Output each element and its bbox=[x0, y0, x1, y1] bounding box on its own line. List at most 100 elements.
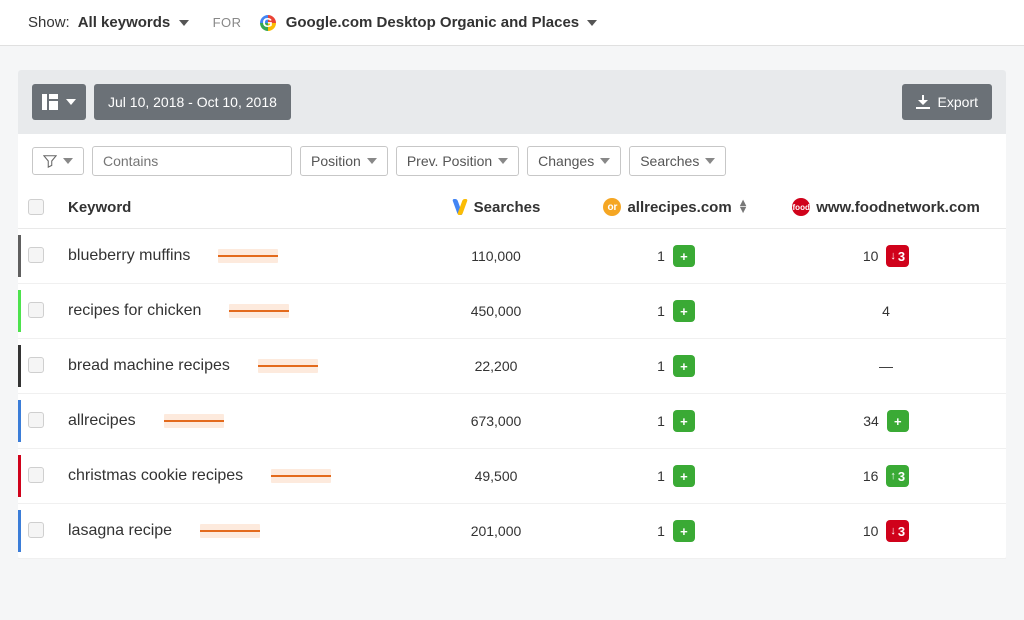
table-row[interactable]: blueberry muffins110,0001 +10 ↓3 bbox=[18, 229, 1006, 284]
site1-position: 1 bbox=[657, 413, 665, 429]
layout-icon bbox=[42, 94, 58, 110]
keyword-cell: recipes for chicken bbox=[68, 302, 416, 320]
rank-down-badge: ↓3 bbox=[886, 245, 909, 267]
keyword-text: blueberry muffins bbox=[68, 247, 190, 265]
row-checkbox[interactable] bbox=[28, 522, 68, 541]
site1-position: 1 bbox=[657, 248, 665, 264]
export-button[interactable]: Export bbox=[902, 84, 992, 120]
row-stripe bbox=[18, 400, 21, 442]
site2-position: — bbox=[879, 358, 893, 374]
table-row[interactable]: bread machine recipes22,2001 +— bbox=[18, 339, 1006, 394]
sparkline bbox=[200, 524, 260, 538]
searches-cell: 673,000 bbox=[416, 413, 576, 429]
sparkline bbox=[218, 249, 278, 263]
keyword-header[interactable]: Keyword bbox=[68, 199, 416, 216]
new-badge: + bbox=[673, 465, 695, 487]
funnel-icon bbox=[43, 154, 57, 168]
layout-button[interactable] bbox=[32, 84, 86, 120]
keyword-cell: lasagna recipe bbox=[68, 522, 416, 540]
row-checkbox[interactable] bbox=[28, 467, 68, 486]
new-badge: + bbox=[673, 245, 695, 267]
searches-cell: 110,000 bbox=[416, 248, 576, 264]
site2-cell: — bbox=[776, 358, 996, 374]
site1-position: 1 bbox=[657, 303, 665, 319]
table-row[interactable]: lasagna recipe201,0001 +10 ↓3 bbox=[18, 504, 1006, 559]
caret-down-icon bbox=[179, 20, 189, 26]
show-label: Show: bbox=[28, 14, 70, 31]
table-row[interactable]: christmas cookie recipes49,5001 +16 ↑3 bbox=[18, 449, 1006, 504]
prev-position-filter[interactable]: Prev. Position bbox=[396, 146, 519, 176]
searches-header[interactable]: Searches bbox=[416, 199, 576, 216]
row-stripe bbox=[18, 290, 21, 332]
foodnetwork-icon: food bbox=[792, 198, 810, 216]
toolbar: Jul 10, 2018 - Oct 10, 2018 Export bbox=[18, 70, 1006, 134]
sort-icon: ▲▼ bbox=[738, 200, 749, 214]
sparkline bbox=[164, 414, 224, 428]
results-panel: Jul 10, 2018 - Oct 10, 2018 Export Posit… bbox=[18, 70, 1006, 559]
site1-cell: 1 + bbox=[576, 355, 776, 377]
table-row[interactable]: allrecipes673,0001 +34 + bbox=[18, 394, 1006, 449]
searches-cell: 49,500 bbox=[416, 468, 576, 484]
site2-cell: 10 ↓3 bbox=[776, 520, 996, 542]
table-row[interactable]: recipes for chicken450,0001 +4 bbox=[18, 284, 1006, 339]
filter-funnel-button[interactable] bbox=[32, 147, 84, 175]
checkbox-icon bbox=[28, 412, 44, 428]
row-checkbox[interactable] bbox=[28, 357, 68, 376]
site1-cell: 1 + bbox=[576, 465, 776, 487]
searches-filter[interactable]: Searches bbox=[629, 146, 726, 176]
sparkline bbox=[229, 304, 289, 318]
rank-down-badge: ↓3 bbox=[886, 520, 909, 542]
row-checkbox[interactable] bbox=[28, 302, 68, 321]
new-badge: + bbox=[673, 355, 695, 377]
site1-cell: 1 + bbox=[576, 520, 776, 542]
checkbox-icon bbox=[28, 302, 44, 318]
checkbox-icon bbox=[28, 199, 44, 215]
changes-filter[interactable]: Changes bbox=[527, 146, 621, 176]
site1-cell: 1 + bbox=[576, 245, 776, 267]
table-body: blueberry muffins110,0001 +10 ↓3recipes … bbox=[18, 229, 1006, 559]
contains-input[interactable] bbox=[92, 146, 292, 176]
select-all-header[interactable] bbox=[28, 199, 68, 215]
site1-cell: 1 + bbox=[576, 300, 776, 322]
new-badge: + bbox=[673, 520, 695, 542]
allrecipes-icon: or bbox=[603, 198, 621, 216]
site2-position: 16 bbox=[863, 468, 879, 484]
for-label: FOR bbox=[213, 15, 242, 30]
site1-position: 1 bbox=[657, 358, 665, 374]
checkbox-icon bbox=[28, 247, 44, 263]
google-icon: G bbox=[260, 15, 276, 31]
caret-down-icon bbox=[498, 158, 508, 164]
keyword-text: bread machine recipes bbox=[68, 357, 230, 375]
new-badge: + bbox=[887, 410, 909, 432]
caret-down-icon bbox=[66, 99, 76, 105]
keyword-cell: bread machine recipes bbox=[68, 357, 416, 375]
site1-header[interactable]: or allrecipes.com ▲▼ bbox=[576, 198, 776, 216]
new-badge: + bbox=[673, 300, 695, 322]
date-range-button[interactable]: Jul 10, 2018 - Oct 10, 2018 bbox=[94, 84, 291, 120]
row-checkbox[interactable] bbox=[28, 412, 68, 431]
adwords-icon bbox=[452, 199, 468, 215]
checkbox-icon bbox=[28, 357, 44, 373]
site2-position: 4 bbox=[882, 303, 890, 319]
site2-header[interactable]: food www.foodnetwork.com bbox=[776, 198, 996, 216]
checkbox-icon bbox=[28, 522, 44, 538]
searches-cell: 450,000 bbox=[416, 303, 576, 319]
source-dropdown[interactable]: G Google.com Desktop Organic and Places bbox=[260, 14, 598, 31]
keyword-text: allrecipes bbox=[68, 412, 136, 430]
new-badge: + bbox=[673, 410, 695, 432]
caret-down-icon bbox=[367, 158, 377, 164]
caret-down-icon bbox=[705, 158, 715, 164]
rank-up-badge: ↑3 bbox=[886, 465, 909, 487]
searches-cell: 22,200 bbox=[416, 358, 576, 374]
top-filter-bar: Show: All keywords FOR G Google.com Desk… bbox=[0, 0, 1024, 46]
source-value: Google.com Desktop Organic and Places bbox=[286, 14, 579, 31]
results-table: Keyword Searches or allrecipes.com ▲▼ fo… bbox=[18, 182, 1006, 559]
sparkline bbox=[271, 469, 331, 483]
row-checkbox[interactable] bbox=[28, 247, 68, 266]
caret-down-icon bbox=[600, 158, 610, 164]
position-filter[interactable]: Position bbox=[300, 146, 388, 176]
keyword-text: lasagna recipe bbox=[68, 522, 172, 540]
keyword-cell: allrecipes bbox=[68, 412, 416, 430]
table-header: Keyword Searches or allrecipes.com ▲▼ fo… bbox=[18, 182, 1006, 229]
show-value-dropdown[interactable]: All keywords bbox=[78, 14, 189, 31]
